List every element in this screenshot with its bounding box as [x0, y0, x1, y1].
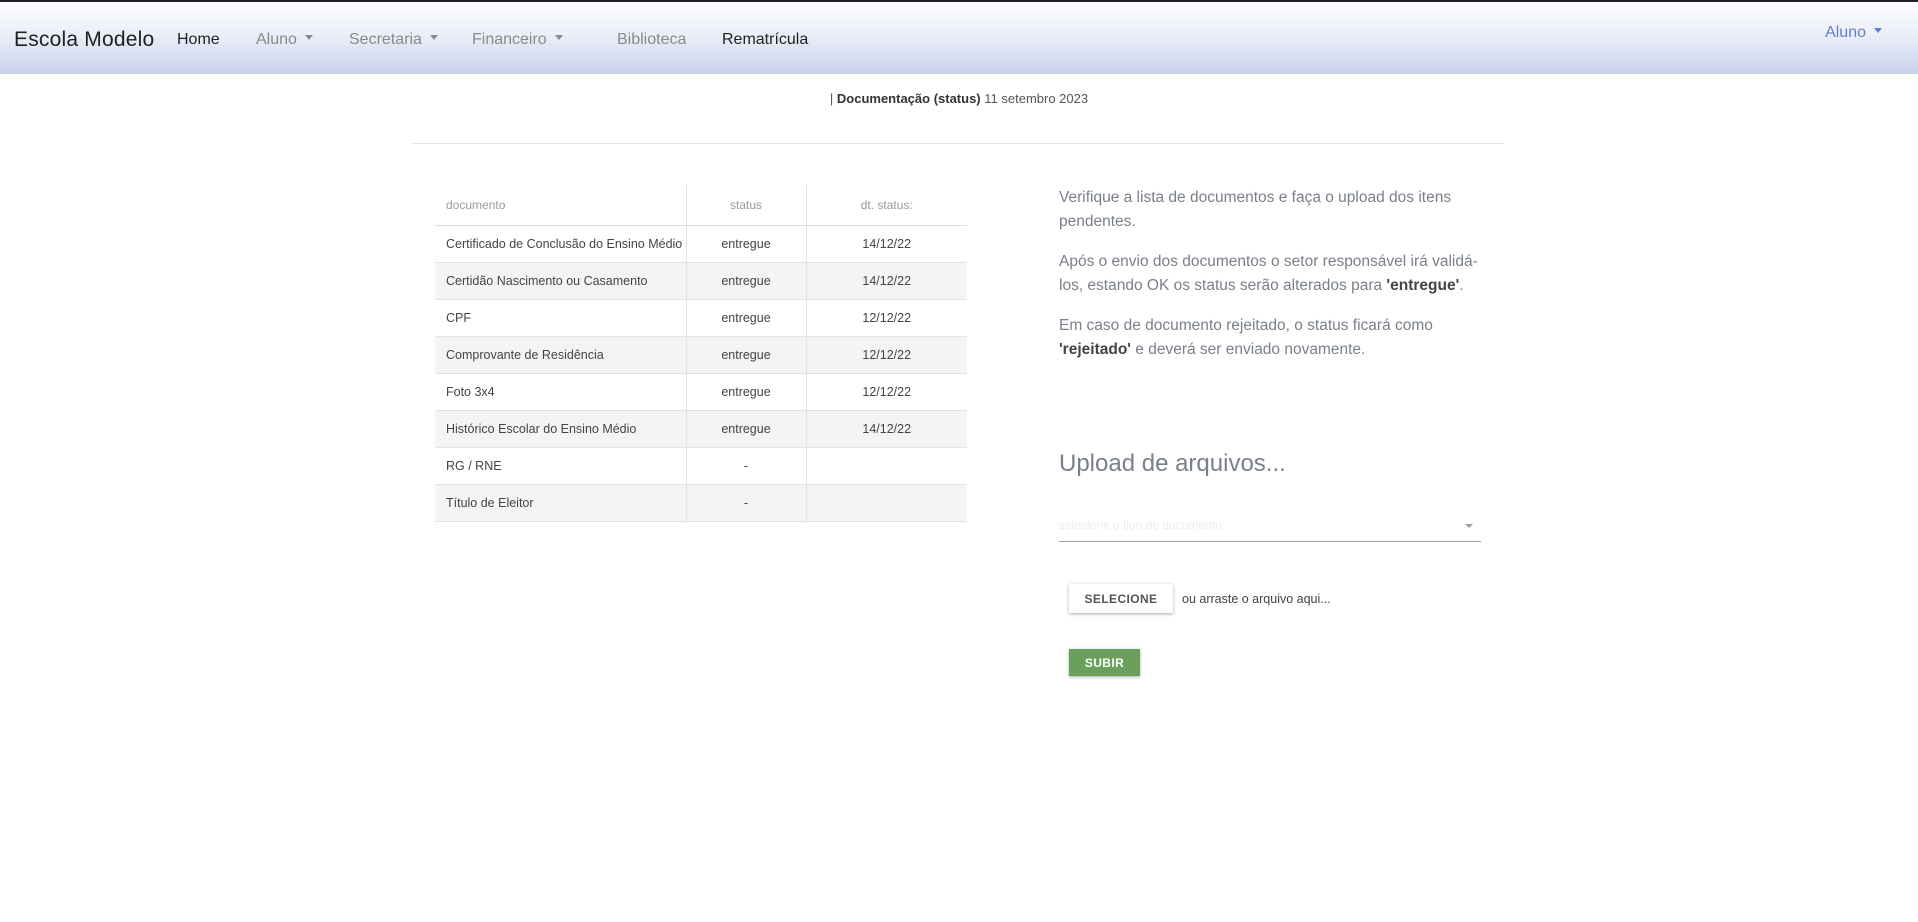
cell-documento: Histórico Escolar do Ensino Médio — [435, 410, 687, 448]
chevron-down-icon — [554, 35, 563, 41]
nav-financeiro-dropdown[interactable]: Financeiro — [472, 31, 563, 49]
upload-title: Upload de arquivos... — [1059, 450, 1286, 477]
submit-upload-button[interactable]: SUBIR — [1069, 649, 1140, 676]
divider — [412, 143, 1504, 144]
column-header-documento[interactable]: documento — [435, 185, 687, 226]
nav-aluno-dropdown[interactable]: Aluno — [256, 31, 313, 49]
page-subheader: | Documentação (status) 11 setembro 2023 — [0, 91, 1918, 106]
table-header-row: documento status dt. status: — [435, 185, 967, 226]
chevron-down-icon — [1874, 28, 1882, 34]
instructions-text-3: Em caso de documento rejeitado, o status… — [1059, 317, 1433, 334]
table-row: Título de Eleitor - — [435, 484, 967, 522]
status-entregue-label: 'entregue' — [1386, 277, 1460, 294]
nav-biblioteca[interactable]: Biblioteca — [617, 31, 686, 49]
cell-dt-status: 14/12/22 — [806, 262, 967, 300]
cell-status: - — [686, 484, 807, 522]
instructions-paragraph: Em caso de documento rejeitado, o status… — [1059, 314, 1479, 362]
cell-status: entregue — [686, 410, 807, 448]
user-menu-label: Aluno — [1825, 24, 1866, 41]
user-menu-dropdown[interactable]: Aluno — [1825, 24, 1882, 42]
cell-status: entregue — [686, 299, 807, 337]
cell-dt-status: 14/12/22 — [806, 410, 967, 448]
cell-dt-status: 12/12/22 — [806, 299, 967, 337]
cell-status: entregue — [686, 336, 807, 374]
drag-drop-hint: ou arraste o arquivo aqui... — [1182, 592, 1331, 606]
table-row: Foto 3x4 entregue 12/12/22 — [435, 373, 967, 411]
cell-dt-status: 12/12/22 — [806, 336, 967, 374]
cell-dt-status: 12/12/22 — [806, 373, 967, 411]
column-header-status[interactable]: status — [686, 185, 807, 226]
chevron-down-icon — [1465, 524, 1473, 528]
chevron-down-icon — [304, 35, 313, 41]
brand-logo-text[interactable]: Escola Modelo — [14, 28, 154, 52]
nav-home-label: Home — [177, 31, 220, 48]
table-row: Certidão Nascimento ou Casamento entregu… — [435, 262, 967, 300]
table-row: Comprovante de Residência entregue 12/12… — [435, 336, 967, 374]
cell-dt-status — [806, 484, 967, 522]
instructions-text-1: Verifique a lista de documentos e faça o… — [1059, 189, 1452, 230]
cell-dt-status: 14/12/22 — [806, 225, 967, 263]
document-type-placeholder: selecione o tipo de documento — [1059, 518, 1222, 532]
nav-secretaria-dropdown[interactable]: Secretaria — [349, 31, 438, 49]
cell-status: - — [686, 447, 807, 485]
cell-documento: RG / RNE — [435, 447, 687, 485]
cell-documento: Foto 3x4 — [435, 373, 687, 411]
instructions-text-2-end: . — [1459, 277, 1464, 294]
documents-table: documento status dt. status: Certificado… — [435, 185, 967, 522]
cell-dt-status — [806, 447, 967, 485]
page-title: Documentação (status) — [836, 91, 981, 106]
cell-documento: Certificado de Conclusão do Ensino Médio — [435, 225, 687, 263]
cell-documento: Comprovante de Residência — [435, 336, 687, 374]
cell-status: entregue — [686, 225, 807, 263]
nav-aluno-label: Aluno — [256, 31, 297, 48]
table-row: RG / RNE - — [435, 447, 967, 485]
chevron-down-icon — [429, 35, 438, 41]
subheader-separator: | — [829, 91, 834, 106]
select-file-button[interactable]: SELECIONE — [1069, 584, 1173, 613]
top-navbar: Escola Modelo Home Aluno Secretaria Fina… — [0, 0, 1918, 74]
page-date: 11 setembro 2023 — [984, 91, 1089, 106]
cell-documento: Título de Eleitor — [435, 484, 687, 522]
column-header-dt-status[interactable]: dt. status: — [806, 185, 967, 226]
instructions-paragraph: Verifique a lista de documentos e faça o… — [1059, 186, 1479, 234]
table-row: Histórico Escolar do Ensino Médio entreg… — [435, 410, 967, 448]
instructions-panel: Verifique a lista de documentos e faça o… — [1059, 186, 1479, 378]
table-row: CPF entregue 12/12/22 — [435, 299, 967, 337]
status-rejeitado-label: 'rejeitado' — [1059, 341, 1131, 358]
cell-documento: CPF — [435, 299, 687, 337]
nav-rematricula-label: Rematrícula — [722, 31, 809, 48]
nav-home[interactable]: Home — [177, 31, 220, 49]
nav-financeiro-label: Financeiro — [472, 31, 547, 48]
table-row: Certificado de Conclusão do Ensino Médio… — [435, 225, 967, 263]
instructions-paragraph: Após o envio dos documentos o setor resp… — [1059, 250, 1479, 298]
instructions-text-3-end: e deverá ser enviado novamente. — [1130, 341, 1366, 358]
cell-status: entregue — [686, 373, 807, 411]
nav-secretaria-label: Secretaria — [349, 31, 422, 48]
nav-rematricula[interactable]: Rematrícula — [722, 31, 808, 49]
cell-documento: Certidão Nascimento ou Casamento — [435, 262, 687, 300]
cell-status: entregue — [686, 262, 807, 300]
document-type-select[interactable]: selecione o tipo de documento — [1059, 514, 1481, 542]
nav-biblioteca-label: Biblioteca — [617, 31, 687, 48]
